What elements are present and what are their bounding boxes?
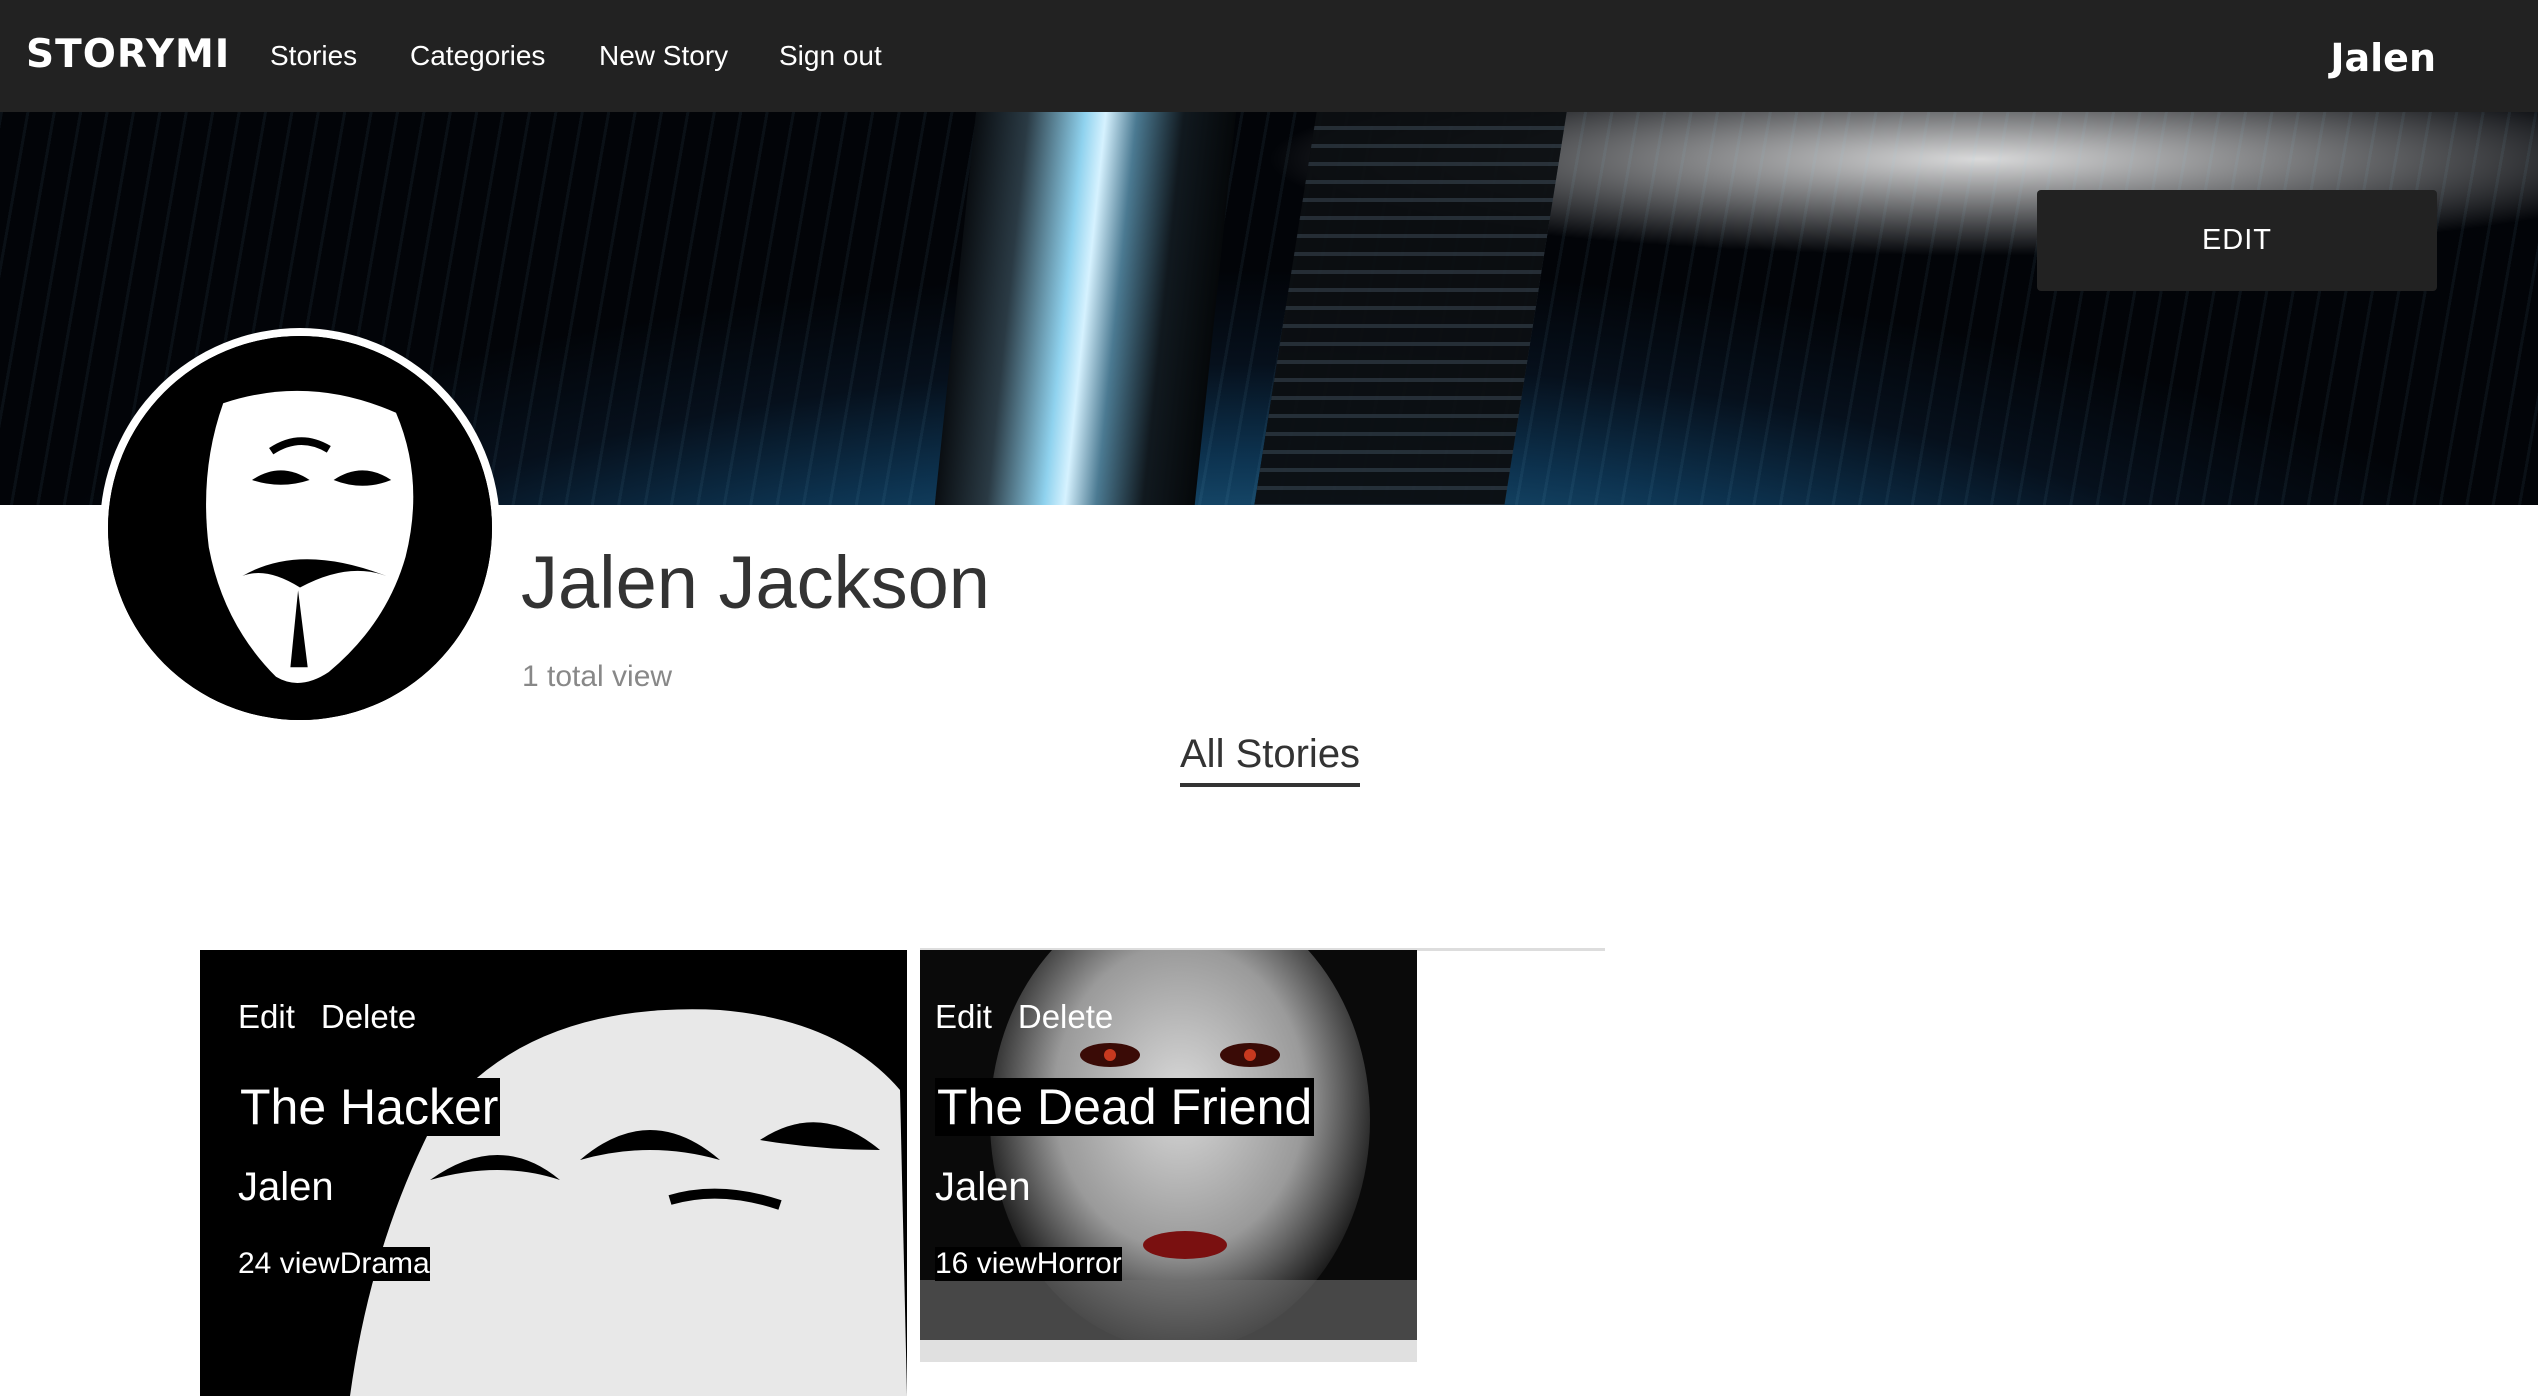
story-delete-link[interactable]: Delete [1018,998,1113,1035]
story-author: Jalen [238,1165,334,1209]
story-category: Drama [339,1247,430,1280]
story-category: Horror [1036,1247,1122,1280]
story-delete-link[interactable]: Delete [321,998,416,1035]
nav-link-new-story[interactable]: New Story [599,40,728,72]
guy-fawkes-mask-icon [108,336,492,720]
story-meta: 24 viewDrama [238,1247,430,1281]
story-edit-link[interactable]: Edit [935,998,992,1035]
profile-name: Jalen Jackson [521,541,990,624]
edit-profile-button[interactable]: EDIT [2037,190,2437,291]
tab-all-stories[interactable]: All Stories [1180,732,1361,787]
story-views: 24 view [238,1247,340,1280]
nav-username[interactable]: Jalen [2330,36,2436,80]
story-title[interactable]: The Dead Friend [935,1078,1315,1136]
story-card[interactable]: Edit Delete The Dead Friend Jalen 16 view… [920,950,1417,1340]
site-logo[interactable]: STORYMI [26,32,230,77]
top-navbar: STORYMI Stories Categories New Story Sig… [0,0,2538,112]
avatar-image [108,336,492,720]
story-views: 16 view [935,1247,1037,1280]
story-card-actions: Edit Delete [935,998,1139,1036]
nav-link-stories[interactable]: Stories [270,40,357,72]
story-card-actions: Edit Delete [238,998,442,1036]
story-meta: 16 viewHorror [935,1247,1122,1281]
story-edit-link[interactable]: Edit [238,998,295,1035]
avatar [100,328,500,728]
banner-space-station [931,112,1239,505]
nav-link-categories[interactable]: Categories [410,40,545,72]
story-card-footer [920,1340,1417,1362]
story-author: Jalen [935,1165,1031,1209]
profile-total-views: 1 total view [522,660,673,693]
nav-link-sign-out[interactable]: Sign out [779,40,882,72]
story-title[interactable]: The Hacker [238,1078,501,1136]
story-card[interactable]: Edit Delete The Hacker Jalen 24 viewDrama [200,950,907,1396]
